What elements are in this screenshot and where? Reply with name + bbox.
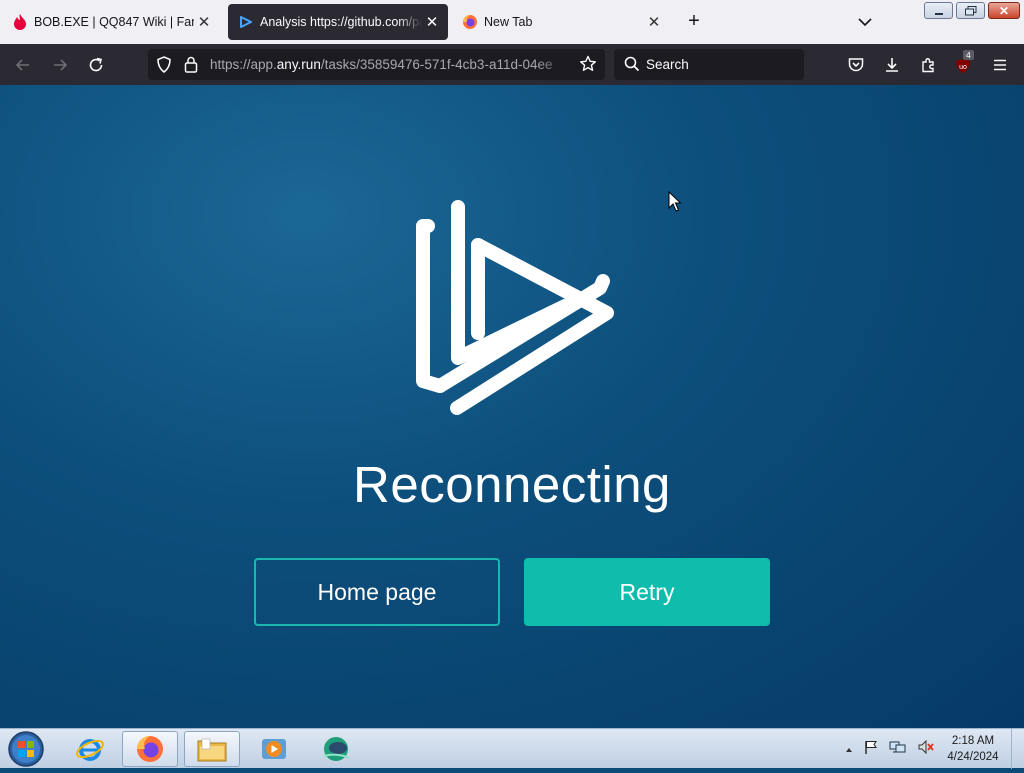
volume-muted-icon[interactable] xyxy=(917,739,935,760)
url-prefix: https://app. xyxy=(210,57,277,72)
windows-logo-icon xyxy=(8,731,44,767)
url-path: /tasks/35859476-571f-4cb3-a11d-04ee xyxy=(320,57,553,72)
show-desktop-button[interactable] xyxy=(1011,729,1024,769)
search-bar[interactable]: Search xyxy=(614,49,804,80)
pocket-button[interactable] xyxy=(845,54,867,76)
hamburger-menu-icon xyxy=(994,59,1006,71)
url-bar[interactable]: https://app.any.run/tasks/35859476-571f-… xyxy=(148,49,605,80)
new-tab-button[interactable]: + xyxy=(684,11,704,32)
start-button[interactable] xyxy=(6,730,46,768)
close-icon[interactable]: ✕ xyxy=(644,12,664,32)
navigation-toolbar: https://app.any.run/tasks/35859476-571f-… xyxy=(0,44,1024,85)
forward-button[interactable] xyxy=(49,54,71,76)
close-icon[interactable]: ✕ xyxy=(422,12,442,32)
page-title: Reconnecting xyxy=(353,456,671,513)
media-player-icon xyxy=(262,739,286,759)
taskbar-explorer[interactable] xyxy=(184,731,240,767)
tab-label: New Tab xyxy=(484,15,533,29)
arrow-right-icon xyxy=(54,59,68,71)
network-icon[interactable] xyxy=(889,739,907,760)
window-close-button[interactable]: ✕ xyxy=(988,2,1020,19)
downloads-button[interactable] xyxy=(881,54,903,76)
tab-label: BOB.EXE | QQ847 Wiki | Fandom xyxy=(34,15,194,29)
show-hidden-icons-icon[interactable] xyxy=(845,741,853,759)
restore-icon xyxy=(964,5,976,15)
close-icon: ✕ xyxy=(998,3,1010,18)
minimize-button[interactable] xyxy=(924,2,953,19)
anyrun-logo-icon xyxy=(416,200,614,415)
svg-text:uo: uo xyxy=(959,64,967,71)
restore-button[interactable] xyxy=(956,2,985,19)
shield-icon[interactable] xyxy=(156,56,172,78)
fandom-icon xyxy=(12,14,28,30)
clock-time: 2:18 AM xyxy=(951,735,995,747)
url-text[interactable]: https://app.any.run/tasks/35859476-571f-… xyxy=(210,57,572,72)
pocket-icon xyxy=(848,58,864,72)
ie-icon xyxy=(76,739,104,761)
minimize-icon xyxy=(934,12,943,15)
anyrun-icon xyxy=(238,14,254,30)
firefox-icon xyxy=(462,14,478,30)
arrow-left-icon xyxy=(15,59,29,71)
home-page-button[interactable]: Home page xyxy=(254,558,500,626)
puzzle-icon xyxy=(922,58,934,73)
tab-analysis[interactable]: Analysis https://github.com/pa ✕ xyxy=(228,4,448,40)
tab-new[interactable]: New Tab ✕ xyxy=(452,4,670,40)
taskbar-media-player[interactable] xyxy=(246,731,302,767)
ublock-extension-button[interactable]: uo 4 xyxy=(953,50,975,76)
taskbar: 2:18 AM 4/24/2024 xyxy=(0,728,1024,769)
chevron-down-icon xyxy=(858,18,872,27)
search-icon xyxy=(624,56,640,77)
search-input[interactable]: Search xyxy=(646,57,689,72)
tab-strip: BOB.EXE | QQ847 Wiki | Fandom ✕ Analysis… xyxy=(0,0,1024,44)
taskbar-ie[interactable] xyxy=(62,731,118,767)
tab-label: Analysis https://github.com/pa xyxy=(260,15,422,29)
extension-badge: 4 xyxy=(963,50,974,60)
close-icon[interactable]: ✕ xyxy=(194,12,214,32)
extensions-button[interactable] xyxy=(918,54,940,76)
action-center-flag-icon[interactable] xyxy=(863,739,879,760)
window-controls: ✕ xyxy=(924,2,1020,19)
taskbar-app[interactable] xyxy=(308,731,364,767)
download-icon xyxy=(886,58,898,72)
retry-button[interactable]: Retry xyxy=(524,558,770,626)
list-all-tabs-button[interactable] xyxy=(855,12,875,32)
explorer-icon xyxy=(197,738,227,762)
system-clock[interactable]: 2:18 AM 4/24/2024 xyxy=(942,733,1004,765)
back-button[interactable] xyxy=(12,54,34,76)
app-menu-button[interactable] xyxy=(989,54,1011,76)
mouse-cursor-icon xyxy=(668,191,682,212)
app-icon xyxy=(323,737,350,761)
system-tray xyxy=(845,739,935,760)
lock-icon[interactable] xyxy=(184,56,198,78)
taskbar-firefox[interactable] xyxy=(122,731,178,767)
url-host: any.run xyxy=(276,57,321,72)
tab-fandom[interactable]: BOB.EXE | QQ847 Wiki | Fandom ✕ xyxy=(2,4,220,40)
page-content: Reconnecting Home page Retry xyxy=(0,85,1024,728)
bookmark-star-icon[interactable] xyxy=(579,55,597,78)
reload-icon xyxy=(89,57,103,72)
firefox-icon xyxy=(137,736,163,762)
clock-date: 4/24/2024 xyxy=(947,751,999,763)
reload-button[interactable] xyxy=(85,54,107,76)
